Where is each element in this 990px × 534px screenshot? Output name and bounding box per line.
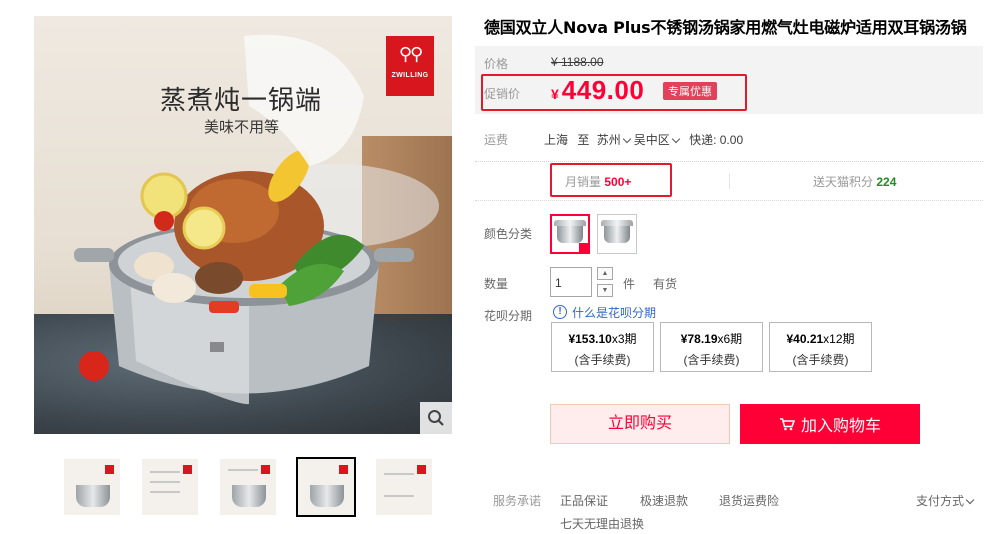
points-label: 送天猫积分 xyxy=(813,175,874,189)
thumb-brand-mark xyxy=(261,465,270,474)
thumb-brand-mark xyxy=(417,465,426,474)
pot-thumbnail xyxy=(601,220,633,243)
chevron-down-icon xyxy=(622,134,631,144)
quantity-input[interactable]: 1 xyxy=(550,267,592,297)
thumbnail-2[interactable] xyxy=(140,457,200,517)
twin-figures-icon: ⚲⚲ xyxy=(398,44,423,64)
divider xyxy=(475,200,983,201)
ship-city-select[interactable]: 苏州 xyxy=(597,133,634,147)
installment-fee: (含手续费) xyxy=(574,353,631,367)
thumb-text-line xyxy=(384,495,414,497)
main-product-image[interactable]: 蒸煮炖一锅端 美味不用等 ⚲⚲ ZWILLING xyxy=(34,16,452,434)
ship-city: 苏州 xyxy=(596,133,621,147)
chevron-up-icon: ▲ xyxy=(601,270,609,277)
thumbnail-1[interactable] xyxy=(62,457,122,517)
magnifier-icon xyxy=(428,410,444,426)
thumbnail-3[interactable] xyxy=(218,457,278,517)
service-fast-refund[interactable]: 极速退款 xyxy=(640,492,688,509)
buy-now-button[interactable]: 立即购买 xyxy=(550,404,730,444)
thumb-brand-mark xyxy=(183,465,192,474)
thumb-text-line xyxy=(150,481,180,483)
thumbnail-5[interactable] xyxy=(374,457,434,517)
thumb-text-line xyxy=(150,471,180,473)
image-headline: 蒸煮炖一锅端 xyxy=(160,86,323,115)
installment-label: 花呗分期 xyxy=(484,309,533,323)
installment-amount: ¥40.21x12期 xyxy=(770,330,871,347)
payment-methods-dropdown[interactable]: 支付方式 xyxy=(916,492,977,509)
tmall-points: 送天猫积分 224 xyxy=(813,173,896,190)
divider xyxy=(475,161,983,162)
service-genuine[interactable]: 正品保证 xyxy=(560,492,608,509)
thumbnail-4-active[interactable] xyxy=(296,457,356,517)
installment-option-3[interactable]: ¥153.10x3期 (含手续费) xyxy=(551,322,654,372)
payment-methods-label: 支付方式 xyxy=(916,494,965,508)
color-option-2[interactable] xyxy=(597,214,637,254)
thumb-pot-image xyxy=(310,485,344,507)
installment-price: ¥78.19 xyxy=(680,332,718,346)
product-title: 德国双立人Nova Plus不锈钢汤锅家用燃气灶电磁炉适用双耳锅汤锅 xyxy=(484,18,967,37)
installment-price: ¥40.21 xyxy=(786,332,824,346)
qty-increase-button[interactable]: ▲ xyxy=(597,267,613,280)
ship-district-select[interactable]: 吴中区 xyxy=(634,133,683,147)
cart-icon xyxy=(779,418,795,431)
installment-periods: x6期 xyxy=(717,332,743,346)
thumb-pot-image xyxy=(76,485,110,507)
add-to-cart-label: 加入购物车 xyxy=(800,418,881,435)
installment-price: ¥153.10 xyxy=(568,332,612,346)
installment-fee: (含手续费) xyxy=(792,353,849,367)
qty-decrease-button[interactable]: ▼ xyxy=(597,284,613,297)
stock-status: 有货 xyxy=(653,277,678,291)
express-fee: 快递: 0.00 xyxy=(689,133,744,147)
original-price: ¥ 1188.00 xyxy=(551,55,604,69)
installment-option-6[interactable]: ¥78.19x6期 (含手续费) xyxy=(660,322,763,372)
service-seven-day-return[interactable]: 七天无理由退换 xyxy=(560,515,644,532)
ship-from: 上海 xyxy=(544,133,569,147)
color-label: 颜色分类 xyxy=(484,227,533,241)
quantity-label: 数量 xyxy=(484,277,509,291)
shipping-label: 运费 xyxy=(484,133,509,147)
installment-periods: x12期 xyxy=(823,332,855,346)
add-to-cart-button[interactable]: 加入购物车 xyxy=(740,404,920,444)
sales-highlight-box xyxy=(550,163,672,197)
brand-wordmark: ZWILLING xyxy=(391,72,429,79)
thumb-text-line xyxy=(384,473,414,475)
stats-divider xyxy=(729,173,730,189)
chevron-down-icon: ▼ xyxy=(601,287,609,294)
thumb-pot-image xyxy=(232,485,266,507)
price-highlight-box xyxy=(481,74,747,111)
installment-fee: (含手续费) xyxy=(683,353,740,367)
zoom-button[interactable] xyxy=(420,402,452,434)
thumbnail-strip xyxy=(62,457,434,517)
installment-periods: x3期 xyxy=(611,332,637,346)
pot-thumbnail xyxy=(554,220,586,243)
thumb-text-line xyxy=(228,469,258,471)
info-icon: ! xyxy=(553,305,567,319)
brand-logo: ⚲⚲ ZWILLING xyxy=(386,36,434,96)
installment-amount: ¥153.10x3期 xyxy=(552,330,653,347)
ship-district: 吴中区 xyxy=(633,133,670,147)
points-value: 224 xyxy=(876,175,897,189)
color-option-1[interactable] xyxy=(550,214,590,254)
quantity-unit: 件 xyxy=(623,277,636,291)
selected-check-icon xyxy=(579,243,589,253)
chevron-down-icon xyxy=(965,495,975,505)
service-label: 服务承诺 xyxy=(493,494,542,508)
installment-option-12[interactable]: ¥40.21x12期 (含手续费) xyxy=(769,322,872,372)
shipping-value: 上海 至 苏州 吴中区 快递: 0.00 xyxy=(544,131,743,148)
original-price-label: 价格 xyxy=(484,57,509,71)
chevron-down-icon xyxy=(671,134,680,144)
service-return-insurance[interactable]: 退货运费险 xyxy=(719,492,779,509)
huabei-info-link[interactable]: 什么是花呗分期 xyxy=(572,304,656,321)
ship-to-word: 至 xyxy=(577,133,590,147)
thumb-brand-mark xyxy=(339,465,348,474)
thumb-brand-mark xyxy=(105,465,114,474)
installment-amount: ¥78.19x6期 xyxy=(661,330,762,347)
image-subline: 美味不用等 xyxy=(204,119,280,136)
thumb-text-line xyxy=(150,491,180,493)
shipping-row: 运费 上海 至 苏州 吴中区 快递: 0.00 xyxy=(484,131,743,148)
